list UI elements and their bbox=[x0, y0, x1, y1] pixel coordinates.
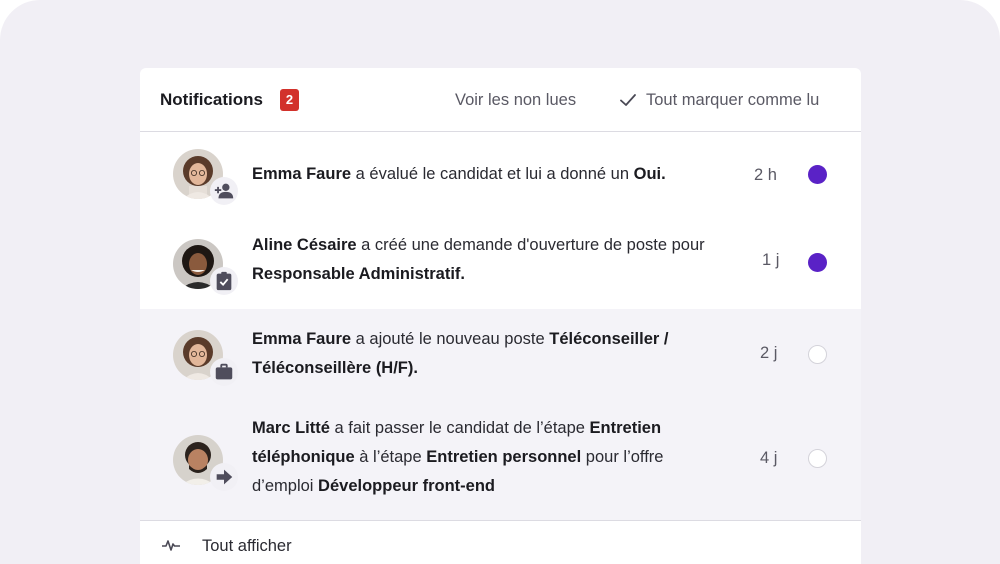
mark-all-read-label: Tout marquer comme lu bbox=[646, 91, 820, 109]
panel-title: Notifications bbox=[160, 90, 263, 109]
notification-item[interactable]: Marc Litté a fait passer le candidat de … bbox=[140, 399, 861, 520]
unread-indicator[interactable] bbox=[808, 165, 827, 184]
notification-text: Emma Faure a évalué le candidat et lui a… bbox=[252, 165, 666, 183]
notification-time: 2 h bbox=[754, 166, 777, 184]
mark-all-read-button[interactable]: Tout marquer comme lu bbox=[618, 91, 819, 110]
unread-count-badge: 2 bbox=[280, 89, 299, 111]
notification-item[interactable]: Emma Faure a évalué le candidat et lui a… bbox=[140, 133, 861, 217]
show-unread-link[interactable]: Voir les non lues bbox=[455, 91, 576, 110]
activity-icon bbox=[162, 540, 180, 551]
clipboard-check-icon bbox=[216, 271, 232, 291]
person-add-icon bbox=[214, 183, 234, 199]
read-indicator[interactable] bbox=[808, 345, 827, 364]
notification-text: Emma Faure a ajouté le nouveau poste Tél… bbox=[252, 330, 669, 377]
notification-time: 1 j bbox=[762, 251, 780, 269]
notification-item[interactable]: Aline Césaire a créé une demande d'ouver… bbox=[140, 217, 861, 309]
briefcase-icon bbox=[215, 363, 233, 380]
notification-time: 2 j bbox=[760, 344, 778, 362]
read-indicator[interactable] bbox=[808, 449, 827, 468]
panel-header: Notifications 2 Voir les non lues Tout m… bbox=[140, 68, 861, 132]
notification-text: Marc Litté a fait passer le candidat de … bbox=[252, 419, 664, 495]
notification-text: Aline Césaire a créé une demande d'ouver… bbox=[252, 236, 705, 283]
unread-indicator[interactable] bbox=[808, 253, 827, 272]
background-frame: Notifications 2 Voir les non lues Tout m… bbox=[0, 0, 1000, 564]
show-all-link[interactable]: Tout afficher bbox=[202, 537, 292, 556]
notifications-panel: Notifications 2 Voir les non lues Tout m… bbox=[140, 68, 861, 564]
check-icon bbox=[620, 93, 636, 106]
notification-time: 4 j bbox=[760, 449, 778, 467]
panel-footer: Tout afficher bbox=[140, 520, 861, 564]
notification-item[interactable]: Emma Faure a ajouté le nouveau poste Tél… bbox=[140, 309, 861, 399]
arrow-right-icon bbox=[216, 469, 233, 485]
